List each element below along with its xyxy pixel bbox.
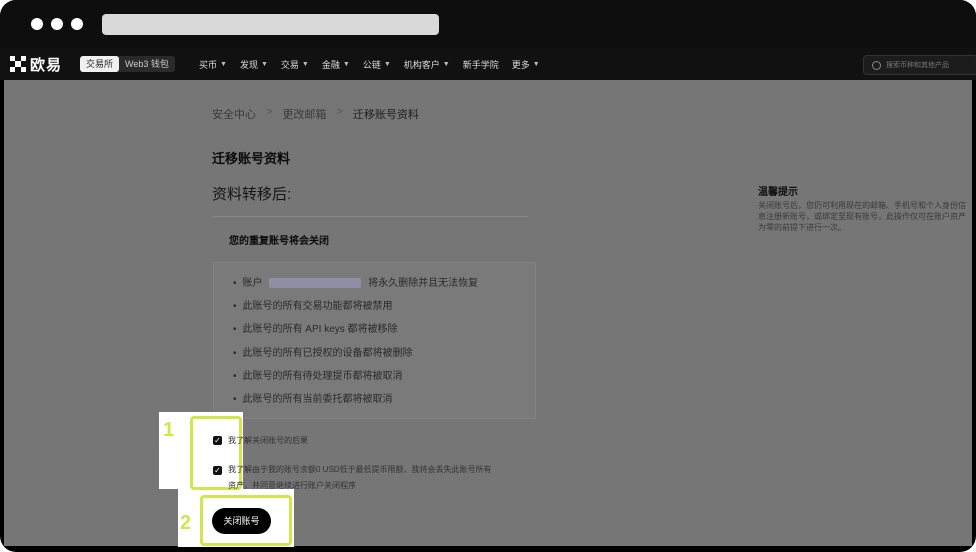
chevron-down-icon: ▼ (301, 60, 309, 68)
consequences-checkbox[interactable]: ✓ (213, 436, 222, 445)
list-item-text: 此账号的所有 API keys 都将被移除 (242, 324, 398, 335)
checkbox-label: 资产，并同意继续进行账户关闭程序 (228, 481, 356, 490)
list-item: • 此账号的所有交易功能都将被禁用 (233, 301, 393, 312)
menu-item-institutional[interactable]: 机构客户 ▼ (404, 58, 450, 71)
list-item-text: 此账号的所有交易功能都将被禁用 (242, 301, 393, 312)
product-switch: 交易所 Web3 钱包 (80, 56, 175, 72)
okx-logo-icon (10, 56, 26, 72)
menu-label: 金融 (321, 59, 340, 70)
chevron-right-icon: > (266, 106, 273, 118)
chevron-right-icon: > (336, 106, 343, 118)
breadcrumb-current: 迁移账号资料 (352, 109, 419, 121)
search-placeholder: 搜索币种和其他产品 (886, 62, 949, 69)
menu-label: 公链 (362, 59, 381, 70)
menu-item-academy[interactable]: 新手学院 (463, 58, 499, 71)
menu-label: 机构客户 (403, 59, 440, 70)
list-item: • 此账号的所有当前委托都将被取消 (233, 394, 393, 405)
list-item: • 此账号的所有 API keys 都将被移除 (233, 324, 398, 335)
window-dot-icon (31, 18, 43, 30)
list-item: • 此账号的所有待处理提币都将被取消 (233, 371, 403, 382)
browser-titlebar (0, 0, 976, 48)
menu-item-chain[interactable]: 公链 ▼ (363, 58, 391, 71)
chevron-down-icon: ▼ (383, 60, 391, 68)
chevron-down-icon: ▼ (260, 60, 268, 68)
divider (213, 216, 528, 217)
menu-label: 交易 (280, 59, 299, 70)
menu-label: 买币 (199, 59, 218, 70)
page-title: 迁移账号资料 (212, 151, 291, 166)
search-icon (872, 60, 881, 70)
list-item: • 此账号的所有已授权的设备都将被删除 (233, 348, 413, 359)
breadcrumb-change-email[interactable]: 更改邮箱 (282, 106, 326, 122)
chevron-down-icon: ▼ (220, 60, 227, 68)
window-dot-icon (51, 18, 63, 30)
search-input[interactable]: 搜索币种和其他产品 (863, 55, 976, 75)
section-title: 您的重复账号将会关闭 (229, 236, 329, 247)
menu-item-discover[interactable]: 发现 ▼ (240, 58, 268, 71)
list-item-text: 此账号的所有已授权的设备都将被删除 (242, 348, 413, 359)
tip-text: 关闭账号后，您仍可利用现在的邮箱、手机号和个人身份信息注册新账号，或绑定至现有账… (758, 201, 966, 232)
chevron-down-icon: ▼ (442, 60, 450, 68)
step2-marker: 2 (180, 512, 192, 534)
tab-exchange[interactable]: 交易所 (80, 56, 120, 72)
chevron-down-icon: ▼ (342, 60, 350, 68)
close-account-button[interactable]: 关闭账号 (212, 508, 271, 534)
menu-item-more[interactable]: 更多 ▼ (512, 58, 540, 71)
menu-label: 发现 (239, 59, 258, 70)
menu-item-buy[interactable]: 买币 ▼ (199, 58, 227, 71)
page-subtitle: 资料转移后: (212, 186, 292, 203)
main-menu: 买币 ▼ 发现 ▼ 交易 ▼ 金融 ▼ 公链 ▼ 机构客户 ▼ 新手学院 更多 ▼ (199, 48, 553, 80)
menu-item-finance[interactable]: 金融 ▼ (322, 58, 350, 71)
checkbox-label: 我了解关闭账号的后果 (228, 436, 308, 445)
list-item-text: 此账号的所有当前委托都将被取消 (242, 394, 393, 405)
logo-text: 欧易 (30, 56, 63, 74)
list-item-text: 将永久删除并且无法恢复 (365, 278, 479, 289)
menu-item-trade[interactable]: 交易 ▼ (281, 58, 309, 71)
menu-label: 新手学院 (462, 59, 499, 70)
list-item: • 账户 将永久删除并且无法恢复 (233, 278, 479, 289)
tab-web3-wallet[interactable]: Web3 钱包 (119, 56, 175, 72)
list-item-text: 此账号的所有待处理提币都将被取消 (242, 371, 403, 382)
window-dot-icon (71, 18, 83, 30)
chevron-down-icon: ▼ (532, 60, 540, 68)
redacted-account (269, 278, 362, 289)
checkbox-label: 我了解由于我的账号余额0 USD低于最低提币限额，我将会丢失此账号所有 (228, 465, 492, 474)
asset-loss-checkbox[interactable]: ✓ (213, 466, 222, 475)
tip-title: 温馨提示 (758, 187, 798, 198)
step1-marker: 1 (163, 419, 175, 441)
step1-highlight (190, 416, 242, 490)
breadcrumb: 安全中心 > 更改邮箱 > 迁移账号资料 (212, 106, 419, 122)
top-nav: 欧易 交易所 Web3 钱包 买币 ▼ 发现 ▼ 交易 ▼ 金融 ▼ 公链 ▼ 机构客户 ▼… (0, 48, 976, 80)
menu-label: 更多 (511, 59, 530, 70)
logo[interactable]: 欧易 (10, 55, 63, 74)
list-item-text: 账户 (242, 278, 266, 289)
address-bar[interactable] (102, 14, 439, 35)
breadcrumb-security-center[interactable]: 安全中心 (212, 106, 256, 122)
